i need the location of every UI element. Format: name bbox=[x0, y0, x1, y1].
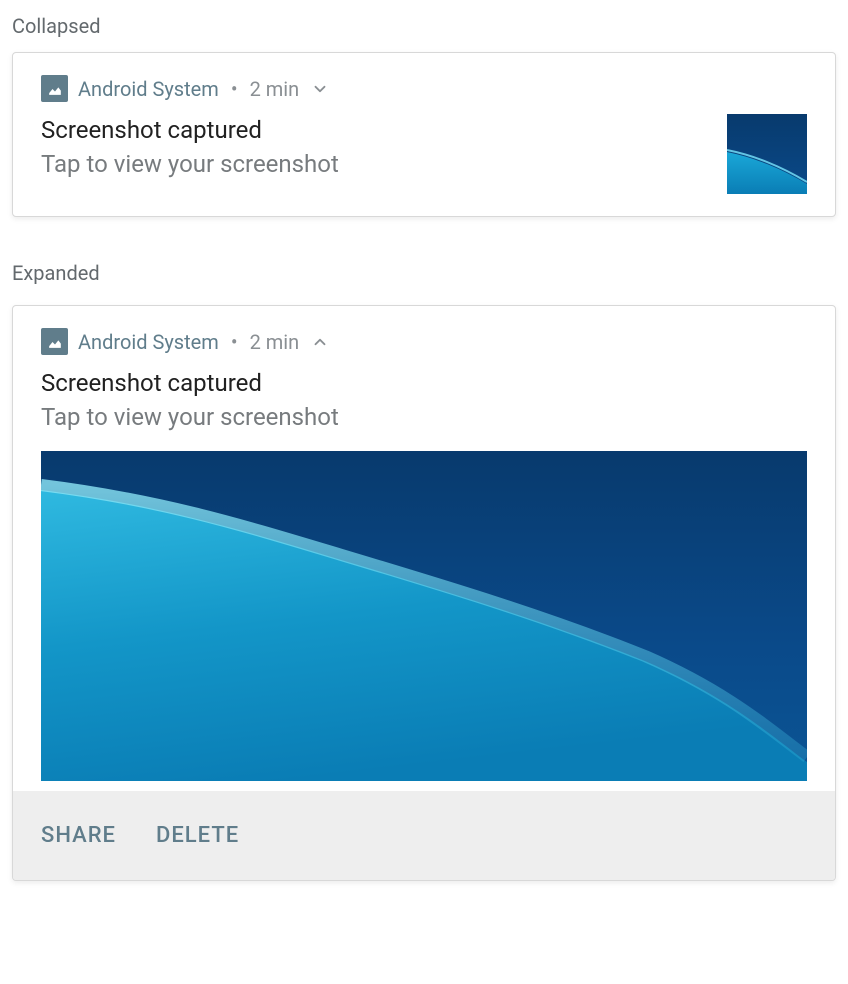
delete-button[interactable]: DELETE bbox=[156, 823, 239, 848]
app-name: Android System bbox=[78, 77, 219, 101]
notification-subtitle: Tap to view your screenshot bbox=[41, 150, 707, 178]
app-name: Android System bbox=[78, 330, 219, 354]
screenshot-big-picture bbox=[41, 451, 807, 781]
timestamp: 2 min bbox=[250, 77, 300, 101]
section-label-collapsed: Collapsed bbox=[12, 14, 836, 38]
notification-expanded-card[interactable]: Android System • 2 min Screenshot captur… bbox=[12, 305, 836, 881]
action-bar: SHARE DELETE bbox=[13, 791, 835, 880]
chevron-up-icon[interactable] bbox=[311, 333, 329, 351]
timestamp: 2 min bbox=[250, 330, 300, 354]
notification-title: Screenshot captured bbox=[41, 369, 807, 397]
section-label-expanded: Expanded bbox=[12, 261, 836, 285]
screenshot-thumbnail bbox=[727, 114, 807, 194]
image-icon bbox=[41, 75, 68, 102]
notification-header: Android System • 2 min bbox=[13, 53, 835, 110]
share-button[interactable]: SHARE bbox=[41, 823, 116, 848]
notification-title: Screenshot captured bbox=[41, 116, 707, 144]
notification-header: Android System • 2 min bbox=[13, 306, 835, 363]
image-icon bbox=[41, 328, 68, 355]
notification-body: Screenshot captured Tap to view your scr… bbox=[13, 363, 835, 791]
separator-dot: • bbox=[231, 77, 238, 101]
notification-body: Screenshot captured Tap to view your scr… bbox=[13, 110, 835, 216]
notification-collapsed-card[interactable]: Android System • 2 min Screenshot captur… bbox=[12, 52, 836, 217]
notification-text-block: Screenshot captured Tap to view your scr… bbox=[41, 114, 707, 194]
separator-dot: • bbox=[231, 330, 238, 354]
notification-subtitle: Tap to view your screenshot bbox=[41, 403, 807, 431]
notification-text-block: Screenshot captured Tap to view your scr… bbox=[41, 369, 807, 431]
chevron-down-icon[interactable] bbox=[311, 80, 329, 98]
